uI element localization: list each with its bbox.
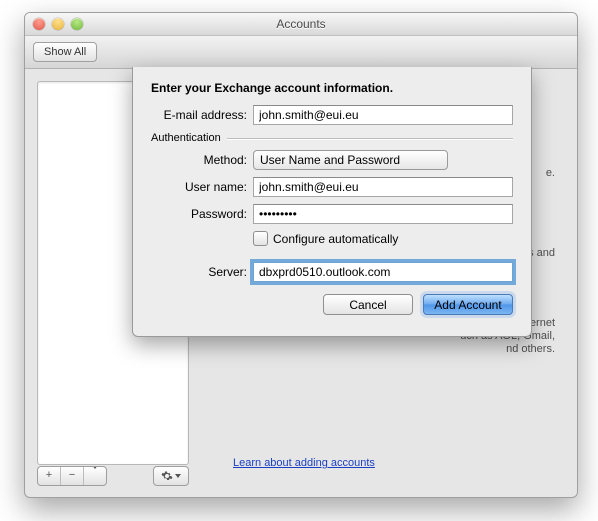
sidebar-footer: + − (37, 465, 189, 486)
chevron-down-icon (92, 466, 98, 481)
divider (227, 138, 513, 139)
configure-auto-checkbox[interactable] (253, 231, 268, 246)
show-all-button[interactable]: Show All (33, 42, 97, 62)
configure-auto-label: Configure automatically (273, 232, 398, 246)
auth-section-label: Authentication (151, 132, 227, 144)
password-label: Password: (151, 207, 253, 221)
cancel-button[interactable]: Cancel (323, 294, 413, 315)
remove-account-button[interactable]: − (60, 467, 83, 485)
add-account-button[interactable]: + (38, 467, 60, 485)
sidebar-add-remove: + − (37, 466, 107, 486)
learn-link[interactable]: Learn about adding accounts (233, 457, 375, 469)
bg-text-3c: nd others. (506, 343, 555, 355)
password-field[interactable] (253, 204, 513, 224)
email-field[interactable] (253, 105, 513, 125)
zoom-window-button[interactable] (71, 18, 83, 30)
server-label: Server: (151, 265, 253, 279)
add-account-sheet: Enter your Exchange account information.… (132, 67, 532, 337)
method-label: Method: (151, 153, 253, 167)
gear-icon (161, 470, 173, 482)
add-account-confirm-button[interactable]: Add Account (423, 294, 513, 315)
traffic-lights (33, 18, 83, 30)
minimize-window-button[interactable] (52, 18, 64, 30)
bg-text-1: e. (546, 167, 555, 179)
titlebar[interactable]: Accounts (25, 13, 577, 36)
toolbar: Show All (25, 36, 577, 69)
sidebar-action-menu[interactable] (153, 466, 189, 486)
email-label: E-mail address: (151, 108, 253, 122)
sheet-title: Enter your Exchange account information. (151, 81, 513, 95)
sidebar-arrow-button[interactable] (83, 467, 106, 485)
close-window-button[interactable] (33, 18, 45, 30)
server-field[interactable] (253, 262, 513, 282)
method-select[interactable]: User Name and Password (253, 150, 448, 170)
chevron-down-icon (175, 474, 181, 478)
window-title: Accounts (25, 17, 577, 31)
username-field[interactable] (253, 177, 513, 197)
username-label: User name: (151, 180, 253, 194)
